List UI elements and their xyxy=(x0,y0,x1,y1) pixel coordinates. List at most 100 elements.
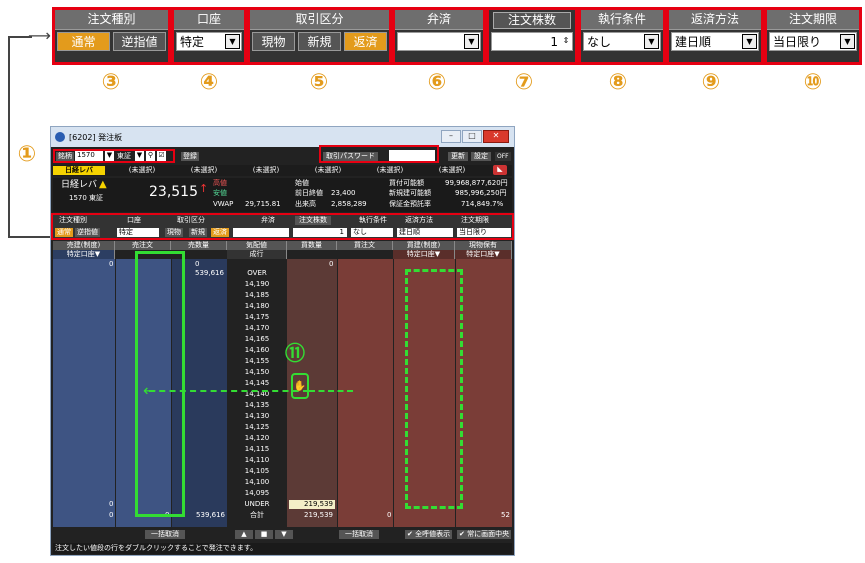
market-order-cell[interactable]: 成行 xyxy=(227,250,287,259)
new-position-button[interactable]: 新規 xyxy=(298,32,341,51)
settlement-select[interactable] xyxy=(233,228,289,237)
stop-order-button[interactable]: 逆指値 xyxy=(113,32,166,51)
order-period-select[interactable]: 当日限り ▼ xyxy=(769,32,857,51)
settlement-select[interactable]: ▼ xyxy=(397,32,481,51)
buy-bulk-cancel-button[interactable]: 一括取消 xyxy=(339,530,379,539)
scroll-down-icon[interactable]: ▼ xyxy=(275,530,293,539)
cash-button[interactable]: 現物 xyxy=(165,228,183,237)
tab-unselected[interactable]: (未選択) xyxy=(239,166,293,175)
price-cell[interactable]: 14,155 xyxy=(227,357,287,366)
exec-condition-header: 執行条件 xyxy=(581,10,663,30)
password-input[interactable] xyxy=(389,150,435,161)
repay-method-box: 返済方法 建日順 ▼ xyxy=(666,7,764,65)
price-cell[interactable]: 14,175 xyxy=(227,313,287,322)
sell-bulk-cancel-button[interactable]: 一括取消 xyxy=(145,530,185,539)
tab-unselected[interactable]: (未選択) xyxy=(425,166,479,175)
order-period-select[interactable]: 当日限り xyxy=(457,228,511,237)
quantity-value: 1 xyxy=(550,35,558,49)
price-cell[interactable]: 14,110 xyxy=(227,456,287,465)
minimize-icon[interactable]: – xyxy=(441,130,461,143)
quantity-input[interactable]: 1 ⇕ xyxy=(491,32,573,51)
normal-order-button[interactable]: 通常 xyxy=(55,228,73,237)
title-bar: [6202] 発注板 – □ ✕ xyxy=(51,127,514,147)
repay-method-select[interactable]: 建日順 ▼ xyxy=(671,32,759,51)
marker-11: ⑪ xyxy=(285,341,305,365)
price-cell[interactable]: 14,115 xyxy=(227,445,287,454)
tab-unselected[interactable]: (未選択) xyxy=(363,166,417,175)
price-cell[interactable]: 14,150 xyxy=(227,368,287,377)
code-input[interactable]: 1570 xyxy=(75,151,103,161)
check-icon[interactable]: ☑ xyxy=(157,151,166,161)
price-under[interactable]: UNDER xyxy=(227,500,287,509)
register-button[interactable]: 登録 xyxy=(181,152,199,161)
window-order-bar: 注文種別 口座 取引区分 弁済 注文株数 執行条件 返済方法 注文期限 通常 逆… xyxy=(51,213,514,240)
account-select[interactable]: 特定 ▼ xyxy=(176,32,242,51)
price-cell[interactable]: 14,185 xyxy=(227,291,287,300)
exec-condition-select[interactable]: なし xyxy=(351,228,393,237)
exec-condition-select[interactable]: なし ▼ xyxy=(583,32,661,51)
scroll-up-icon[interactable]: ▲ xyxy=(235,530,253,539)
stop-order-button[interactable]: 逆指値 xyxy=(75,228,100,237)
volume-value: 2,858,289 xyxy=(331,200,367,208)
repay-button[interactable]: 返済 xyxy=(211,228,229,237)
repay-method-select[interactable]: 建日順 xyxy=(397,228,453,237)
search-icon[interactable]: ⚲ xyxy=(146,151,155,161)
long-account-select[interactable]: 特定口座▼ xyxy=(393,250,455,259)
stock-sub: 1570 東証 xyxy=(69,194,104,202)
close-icon[interactable]: ✕ xyxy=(483,130,509,143)
cash-button[interactable]: 現物 xyxy=(252,32,295,51)
short-margin-column[interactable] xyxy=(53,259,115,527)
tab-nikkei-leverage[interactable]: 日経レバ xyxy=(53,166,105,175)
tab-unselected[interactable]: (未選択) xyxy=(301,166,355,175)
sell-qty-header: 売数量 xyxy=(171,241,227,250)
buy-order-column[interactable] xyxy=(337,259,393,527)
tab-unselected[interactable]: (未選択) xyxy=(115,166,169,175)
dropdown-arrow-icon[interactable]: ▼ xyxy=(644,34,659,49)
price-cell[interactable]: 14,135 xyxy=(227,401,287,410)
quantity-input[interactable]: 1 xyxy=(293,228,347,237)
price-cell[interactable]: 14,105 xyxy=(227,467,287,476)
tab-add-icon[interactable]: ◣ xyxy=(493,165,507,175)
short-account-select[interactable]: 特定口座▼ xyxy=(53,250,115,259)
dropdown-arrow-icon[interactable]: ▼ xyxy=(840,34,855,49)
footer-hint: 注文したい値段の行をダブルクリックすることで発注できます。 xyxy=(55,544,258,552)
arrow-left-icon: ← xyxy=(143,381,157,400)
price-cell[interactable]: 14,145 xyxy=(227,379,287,388)
new-position-button[interactable]: 新規 xyxy=(189,228,207,237)
order-board-window: [6202] 発注板 – □ ✕ 銘柄 1570 ▼ 東証 ▼ ⚲ ☑ 登録 取… xyxy=(50,126,515,556)
normal-order-button[interactable]: 通常 xyxy=(57,32,110,51)
off-button[interactable]: OFF xyxy=(495,152,511,161)
price-cell[interactable]: 14,120 xyxy=(227,434,287,443)
dropdown-arrow-icon[interactable]: ▼ xyxy=(742,34,757,49)
update-button[interactable]: 更新 xyxy=(448,152,468,161)
repay-button[interactable]: 返済 xyxy=(344,32,387,51)
tab-unselected[interactable]: (未選択) xyxy=(177,166,231,175)
price-cell[interactable]: 14,125 xyxy=(227,423,287,432)
price-cell[interactable]: 14,100 xyxy=(227,478,287,487)
spin-icon[interactable]: ⇕ xyxy=(561,34,571,49)
center-icon[interactable]: ■ xyxy=(255,530,273,539)
dropdown-arrow-icon[interactable]: ▼ xyxy=(135,151,144,161)
stock-name: 日経レバ xyxy=(61,180,98,190)
dropdown-arrow-icon[interactable]: ▼ xyxy=(464,34,479,49)
buying-power-value: 99,968,877,620円 xyxy=(445,179,508,187)
maximize-icon[interactable]: □ xyxy=(462,130,482,143)
show-all-checkbox[interactable]: ✔ 全呼値表示 xyxy=(405,530,453,539)
account-box: 口座 特定 ▼ xyxy=(171,7,247,65)
dropdown-arrow-icon[interactable]: ▼ xyxy=(225,34,240,49)
center-board-checkbox[interactable]: ✔ 常に画面中央 xyxy=(457,530,512,539)
holdings-account-select[interactable]: 特定口座▼ xyxy=(455,250,512,259)
price-cell[interactable]: 14,190 xyxy=(227,280,287,289)
settings-button[interactable]: 設定 xyxy=(471,152,491,161)
price-cell[interactable]: 14,170 xyxy=(227,324,287,333)
price-cell[interactable]: 14,095 xyxy=(227,489,287,498)
sell-zero: 0 xyxy=(195,260,200,268)
dropdown-arrow-icon[interactable]: ▼ xyxy=(105,151,114,161)
price-cell[interactable]: 14,130 xyxy=(227,412,287,421)
price-over[interactable]: OVER xyxy=(227,269,287,278)
account-select[interactable]: 特定 xyxy=(117,228,159,237)
show-all-label: 全呼値表示 xyxy=(415,530,451,538)
price-cell[interactable]: 14,160 xyxy=(227,346,287,355)
price-cell[interactable]: 14,180 xyxy=(227,302,287,311)
price-cell[interactable]: 14,165 xyxy=(227,335,287,344)
